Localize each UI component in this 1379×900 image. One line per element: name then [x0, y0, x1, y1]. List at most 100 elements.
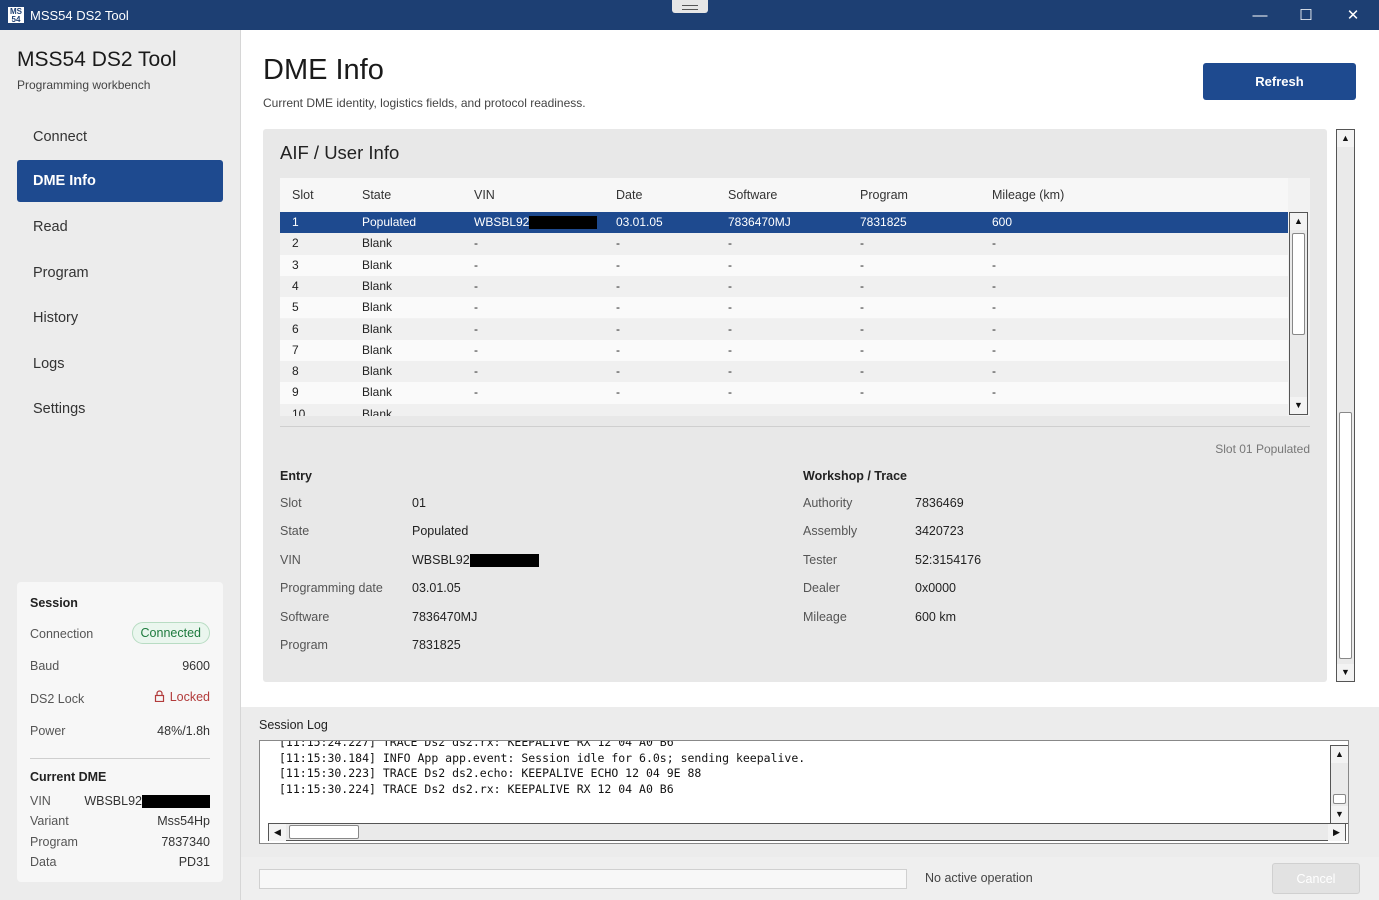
entry-slot-label: Slot	[280, 496, 302, 510]
cell-slot: 5	[292, 300, 299, 315]
cell-program: -	[860, 364, 864, 379]
cell-vin: -	[474, 364, 478, 379]
table-scroll-thumb[interactable]	[1292, 233, 1305, 335]
cell-vin: -	[474, 385, 478, 400]
log-line: [11:15:30.223] TRACE Ds2 ds2.echo: KEEPA…	[279, 766, 702, 780]
scroll-up-icon[interactable]: ▲	[1331, 746, 1348, 763]
page-scrollbar[interactable]: ▲ ▼	[1336, 129, 1355, 682]
app-icon: MS 54	[8, 7, 24, 24]
maximize-button[interactable]: ☐	[1283, 0, 1329, 30]
table-row[interactable]: 9 Blank - - - - -	[280, 382, 1288, 404]
cell-mileage: -	[992, 300, 996, 315]
current-vin-label: VIN	[30, 794, 51, 808]
table-row[interactable]: 4 Blank - - - - -	[280, 275, 1288, 298]
entry-date-value: 03.01.05	[412, 581, 461, 595]
table-row[interactable]: 3 Blank - - - - -	[280, 254, 1288, 276]
cell-software: -	[728, 300, 732, 315]
scroll-up-icon[interactable]: ▲	[1290, 213, 1307, 230]
refresh-button[interactable]: Refresh	[1203, 63, 1356, 100]
aif-heading: AIF / User Info	[280, 142, 400, 163]
power-value: 48%/1.8h	[157, 724, 210, 738]
nav-item-program[interactable]: Program	[17, 252, 223, 294]
dealer-value: 0x0000	[915, 581, 957, 595]
window-titlebar: MS 54 MSS54 DS2 Tool — ☐ ✕	[0, 0, 1379, 30]
scroll-down-icon[interactable]: ▼	[1337, 664, 1354, 681]
authority-value: 7836469	[915, 496, 964, 510]
cell-slot: 8	[292, 364, 299, 379]
table-row[interactable]: 2 Blank - - - - -	[280, 233, 1288, 255]
tester-value: 52:3154176	[915, 553, 982, 567]
cell-slot: 9	[292, 385, 299, 400]
scroll-down-icon[interactable]: ▼	[1290, 397, 1307, 414]
session-log-box[interactable]: [11:15:24.227] TRACE Ds2 ds2.rx: KEEPALI…	[259, 740, 1349, 844]
vin-redaction	[469, 554, 539, 568]
nav-item-dme-info[interactable]: DME Info	[17, 160, 223, 202]
column-header-program[interactable]: Program	[860, 188, 908, 202]
table-row[interactable]: 10 Blank	[280, 403, 1288, 416]
cell-date: -	[616, 364, 620, 379]
column-header-slot[interactable]: Slot	[292, 188, 314, 202]
log-vertical-scrollbar[interactable]: ▲ ▼	[1330, 745, 1348, 824]
entry-slot-value: 01	[412, 496, 426, 510]
column-header-mileage[interactable]: Mileage (km)	[992, 188, 1064, 202]
page-subtitle: Current DME identity, logistics fields, …	[263, 96, 586, 110]
nav-item-history[interactable]: History	[17, 297, 223, 339]
cell-state: Blank	[362, 364, 393, 379]
current-dme-heading: Current DME	[30, 770, 107, 784]
column-header-vin[interactable]: VIN	[474, 188, 495, 202]
nav-item-logs[interactable]: Logs	[17, 343, 223, 385]
column-header-software[interactable]: Software	[728, 188, 777, 202]
cell-vin: WBSBL92	[474, 215, 598, 230]
log-hscroll-thumb[interactable]	[289, 825, 359, 839]
page-title: DME Info	[263, 54, 384, 86]
cell-slot: 1	[292, 215, 299, 229]
entry-software-value: 7836470MJ	[412, 610, 478, 624]
cell-state: Blank	[362, 257, 393, 272]
entry-program-value: 7831825	[412, 638, 461, 652]
cancel-button[interactable]: Cancel	[1272, 863, 1360, 894]
cell-date: -	[616, 321, 620, 336]
minimize-button[interactable]: —	[1237, 0, 1283, 30]
table-row[interactable]: 7 Blank - - - - -	[280, 339, 1288, 362]
operation-progress-bar	[259, 869, 907, 889]
operation-status: No active operation	[925, 871, 1033, 885]
log-scroll-thumb[interactable]	[1333, 794, 1346, 804]
vin-redaction	[142, 795, 210, 809]
cell-state: Blank	[362, 342, 393, 357]
cell-slot: 3	[292, 257, 299, 272]
cell-program: -	[860, 257, 864, 272]
column-header-state[interactable]: State	[362, 188, 391, 202]
current-program-value: 7837340	[161, 835, 210, 849]
cell-program: -	[860, 236, 864, 251]
cell-state: Populated	[362, 215, 417, 229]
scroll-down-icon[interactable]: ▼	[1331, 806, 1348, 823]
nav-item-connect[interactable]: Connect	[17, 116, 223, 158]
session-card: Session Connection Connected Baud 9600 D…	[17, 582, 223, 882]
log-horizontal-scrollbar[interactable]: ◀ ▶	[268, 823, 1346, 841]
table-row[interactable]: 8 Blank - - - - -	[280, 361, 1288, 383]
nav-item-settings[interactable]: Settings	[17, 388, 223, 430]
connection-label: Connection	[30, 627, 94, 641]
variant-value: Mss54Hp	[157, 814, 210, 828]
scroll-right-icon[interactable]: ▶	[1328, 824, 1345, 841]
nav-item-read[interactable]: Read	[17, 206, 223, 248]
cell-state: Blank	[362, 278, 393, 293]
cell-date: -	[616, 236, 620, 251]
table-row[interactable]: 5 Blank - - - - -	[280, 297, 1288, 319]
snap-grip[interactable]	[672, 0, 708, 13]
cell-mileage: -	[992, 257, 996, 272]
scroll-up-icon[interactable]: ▲	[1337, 130, 1354, 147]
table-row[interactable]: 1 Populated WBSBL92 03.01.05 7836470MJ 7…	[280, 212, 1288, 234]
session-divider	[30, 758, 210, 759]
table-row[interactable]: 6 Blank - - - - -	[280, 318, 1288, 340]
log-line: [11:15:30.224] TRACE Ds2 ds2.rx: KEEPALI…	[279, 781, 674, 796]
cell-mileage: -	[992, 236, 996, 251]
cell-mileage: 600	[992, 215, 1013, 229]
column-header-date[interactable]: Date	[616, 188, 642, 202]
cell-program: -	[860, 342, 864, 357]
close-button[interactable]: ✕	[1330, 0, 1376, 30]
entry-state-value: Populated	[412, 524, 469, 538]
page-scroll-thumb[interactable]	[1339, 412, 1352, 659]
table-scrollbar[interactable]: ▲ ▼	[1289, 212, 1308, 415]
scroll-left-icon[interactable]: ◀	[269, 824, 286, 841]
